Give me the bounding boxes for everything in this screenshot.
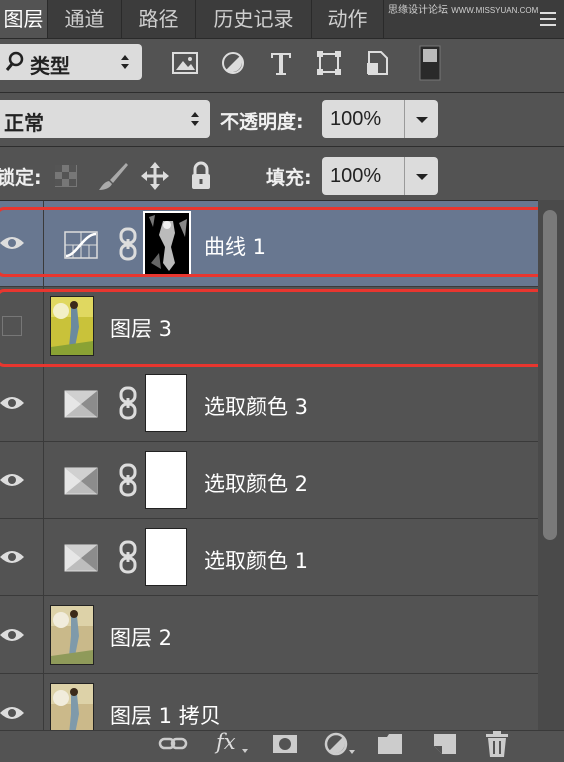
new-adjustment-icon[interactable] <box>322 730 355 758</box>
watermark-line1: 思缘设计论坛 <box>388 5 448 16</box>
link-layers-icon[interactable] <box>158 730 188 758</box>
layer-row-selective-color-3[interactable]: 选取颜色 3 <box>0 365 538 442</box>
fill-dropdown-button[interactable] <box>404 157 438 195</box>
select-arrows-icon <box>190 109 200 134</box>
layer-mask-thumbnail[interactable] <box>145 374 187 432</box>
selective-color-adjustment-icon <box>64 544 98 572</box>
photo-thumbnail[interactable] <box>50 605 94 665</box>
mask-link-icon <box>119 463 137 497</box>
layer-name[interactable]: 选取颜色 3 <box>204 391 308 421</box>
text-filter-icon[interactable] <box>264 46 298 80</box>
lock-image-pixels-icon[interactable] <box>96 160 130 196</box>
eye-icon <box>0 629 24 641</box>
tab-channels[interactable]: 通道 <box>48 0 122 38</box>
fx-icon[interactable]: fx <box>214 730 248 758</box>
layer-name[interactable]: 选取颜色 2 <box>204 468 308 498</box>
lock-transparent-pixels-icon[interactable] <box>54 164 78 192</box>
blend-mode-select[interactable]: 正常 <box>0 100 210 138</box>
layer-mask-thumbnail[interactable] <box>145 528 187 586</box>
fx-label: fx <box>216 730 236 754</box>
opacity-input[interactable]: 100% <box>322 100 404 138</box>
tab-history[interactable]: 历史记录 <box>196 0 312 38</box>
watermark-line2: WWW.MISSYUAN.COM <box>451 6 539 15</box>
layers-list: 曲线 1 图层 3 选取颜色 3 选取颜色 2 选取颜色 1 图层 2 图层 1… <box>0 201 538 730</box>
layer-name[interactable]: 图层 2 <box>110 622 172 652</box>
panel-menu-icon[interactable] <box>538 10 558 28</box>
layer-name[interactable]: 图层 1 拷贝 <box>110 700 221 730</box>
selective-color-adjustment-icon <box>64 467 98 495</box>
smart-object-filter-icon[interactable] <box>360 46 394 80</box>
lock-all-icon[interactable] <box>188 160 214 196</box>
fill-label: 填充: <box>266 167 312 189</box>
eye-icon <box>0 397 24 409</box>
tab-actions[interactable]: 动作 <box>312 0 384 38</box>
shape-filter-icon[interactable] <box>312 46 346 80</box>
fill-input[interactable]: 100% <box>322 157 404 195</box>
mask-link-icon <box>119 540 137 574</box>
search-icon <box>4 49 26 78</box>
adjustment-filter-icon[interactable] <box>216 46 250 80</box>
filter-type-select[interactable]: 类型 <box>0 44 142 80</box>
eye-icon <box>0 474 24 486</box>
lock-label: 锁定: <box>0 167 42 189</box>
layers-scrollbar-thumb[interactable] <box>543 210 557 540</box>
visibility-toggle[interactable] <box>0 442 44 519</box>
new-group-icon[interactable] <box>376 730 406 758</box>
watermark: 思缘设计论坛 WWW.MISSYUAN.COM <box>388 4 538 17</box>
photo-thumbnail[interactable] <box>50 683 94 730</box>
layer-row-layer-1-copy[interactable]: 图层 1 拷贝 <box>0 674 538 730</box>
tab-paths[interactable]: 路径 <box>122 0 196 38</box>
layer-name[interactable]: 选取颜色 1 <box>204 545 308 575</box>
layer-row-layer-2[interactable]: 图层 2 <box>0 596 538 674</box>
opacity-label: 不透明度: <box>220 111 304 133</box>
photo-warm-icon <box>51 684 93 730</box>
select-arrows-icon <box>120 52 130 77</box>
layer-row-selective-color-2[interactable]: 选取颜色 2 <box>0 442 538 519</box>
opacity-dropdown-button[interactable] <box>404 100 438 138</box>
highlight-box-curves-1 <box>0 207 548 277</box>
highlight-box-layer-3 <box>0 289 546 367</box>
delete-icon[interactable] <box>482 730 512 758</box>
mask-link-icon <box>119 386 137 420</box>
image-filter-icon[interactable] <box>168 46 202 80</box>
divider <box>0 92 564 93</box>
divider <box>0 146 564 147</box>
filter-toggle-switch[interactable] <box>418 44 442 82</box>
eye-icon <box>0 707 24 719</box>
add-mask-icon[interactable] <box>270 730 300 758</box>
visibility-toggle[interactable] <box>0 365 44 442</box>
visibility-toggle[interactable] <box>0 519 44 596</box>
visibility-toggle[interactable] <box>0 596 44 674</box>
tab-layers[interactable]: 图层 <box>0 0 48 38</box>
new-layer-icon[interactable] <box>430 730 460 758</box>
selective-color-adjustment-icon <box>64 390 98 418</box>
blend-mode-value: 正常 <box>4 111 44 135</box>
filter-type-label: 类型 <box>30 54 70 78</box>
eye-icon <box>0 551 24 563</box>
layer-row-selective-color-1[interactable]: 选取颜色 1 <box>0 519 538 596</box>
photo-warm-icon <box>51 606 93 664</box>
layer-mask-thumbnail[interactable] <box>145 451 187 509</box>
visibility-toggle[interactable] <box>0 674 44 730</box>
lock-position-icon[interactable] <box>140 160 170 196</box>
